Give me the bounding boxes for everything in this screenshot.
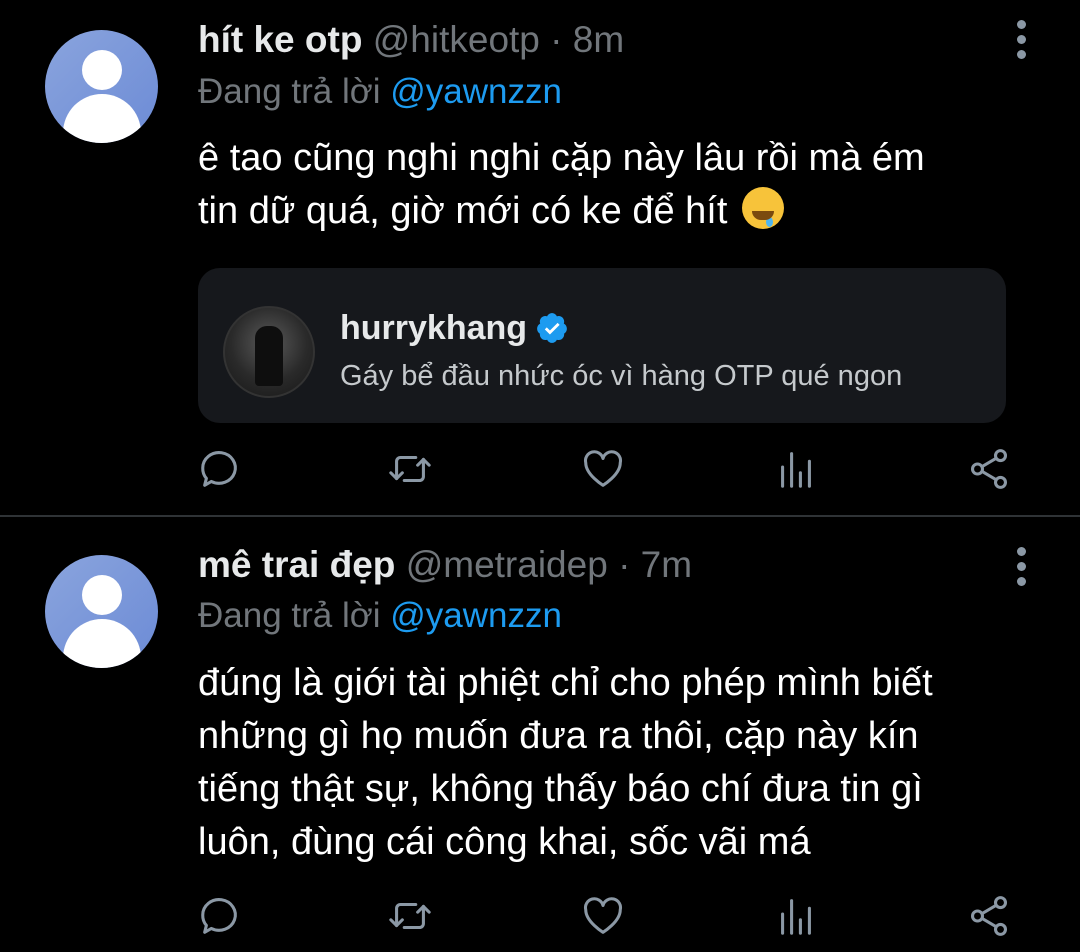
mention-link[interactable]: @yawnzzn [390, 596, 562, 635]
replying-to: Đang trả lời @yawnzzn [198, 70, 562, 114]
display-name[interactable]: mê trai đẹp [198, 544, 395, 585]
like-icon[interactable] [580, 446, 626, 492]
tweet-text-line: đúng là giới tài phiệt chỉ cho phép mình… [198, 662, 933, 704]
like-icon[interactable] [580, 893, 626, 939]
replying-label: Đang trả lời [198, 72, 381, 111]
tweet-text-line: tin dữ quá, giờ mới có ke để hít [198, 190, 728, 232]
reply-icon[interactable] [197, 893, 243, 939]
more-options-icon[interactable] [1008, 20, 1036, 60]
display-name[interactable]: hít ke otp [198, 19, 362, 60]
tweet[interactable]: mê trai đẹp @metraidep · 7m Đang trả lời… [0, 517, 1080, 952]
profile-avatar[interactable] [223, 306, 315, 398]
replying-to: Đang trả lời @yawnzzn [198, 594, 562, 638]
tweet[interactable]: hít ke otp @hitkeotp · 8m Đang trả lời @… [0, 0, 1080, 515]
timestamp[interactable]: 7m [641, 544, 692, 585]
tweet-text-line-with-emoji: tin dữ quá, giờ mới có ke để hít [198, 185, 1058, 238]
tweet-text-line: tiếng thật sự, không thấy báo chí đưa ti… [198, 768, 923, 810]
avatar[interactable] [45, 30, 158, 143]
card-name-text: hurrykhang [340, 309, 528, 347]
quoted-profile-card[interactable]: hurrykhang Gáy bể đầu nhức óc vì hàng OT… [198, 268, 1006, 423]
handle[interactable]: @hitkeotp [373, 19, 540, 60]
more-options-icon[interactable] [1008, 547, 1036, 587]
timestamp[interactable]: 8m [573, 19, 624, 60]
retweet-icon[interactable] [387, 446, 433, 492]
tweet-actions [0, 893, 1080, 943]
card-bio: Gáy bể đầu nhức óc vì hàng OTP qué ngon [340, 360, 903, 392]
tweet-header: hít ke otp @hitkeotp · 8m [198, 16, 624, 64]
avatar[interactable] [45, 555, 158, 668]
analytics-icon[interactable] [773, 893, 819, 939]
analytics-icon[interactable] [773, 446, 819, 492]
tweet-text: đúng là giới tài phiệt chỉ cho phép mình… [198, 657, 1058, 869]
share-icon[interactable] [966, 446, 1012, 492]
verified-badge-icon [537, 313, 567, 343]
tweet-text-line: ê tao cũng nghi nghi cặp này lâu rồi mà … [198, 137, 925, 179]
retweet-icon[interactable] [387, 893, 433, 939]
tweet-actions [0, 446, 1080, 496]
mention-link[interactable]: @yawnzzn [390, 72, 562, 111]
reply-icon[interactable] [197, 446, 243, 492]
card-profile-name[interactable]: hurrykhang [340, 304, 569, 352]
tweet-text-line: luôn, đùng cái công khai, sốc vãi má [198, 821, 811, 863]
separator: · [550, 19, 563, 60]
tweet-text-line: những gì họ muốn đưa ra thôi, cặp này kí… [198, 715, 919, 757]
drooling-face-emoji-icon [741, 187, 784, 229]
handle[interactable]: @metraidep [406, 544, 608, 585]
tweet-header: mê trai đẹp @metraidep · 7m [198, 541, 692, 589]
replying-label: Đang trả lời [198, 596, 381, 635]
separator: · [618, 544, 631, 585]
share-icon[interactable] [966, 893, 1012, 939]
tweet-text: ê tao cũng nghi nghi cặp này lâu rồi mà … [198, 132, 1058, 238]
